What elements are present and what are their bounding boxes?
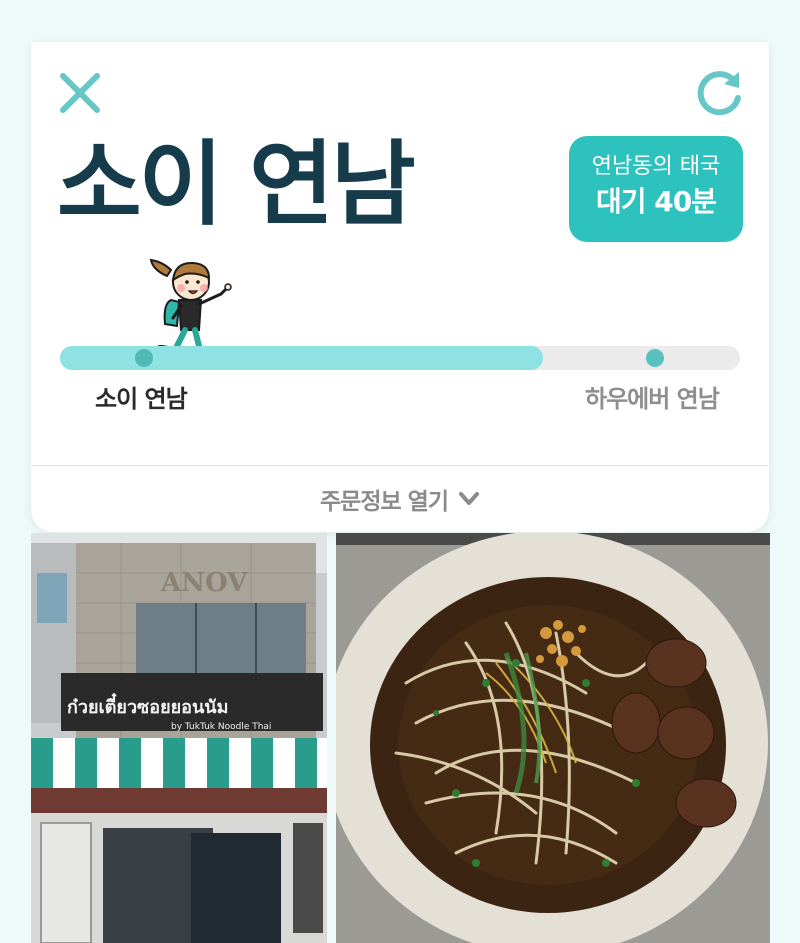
noodle-photo	[336, 533, 770, 943]
progress-fill	[60, 346, 543, 370]
refresh-icon	[697, 71, 741, 116]
end-location-label: 하우에버 연남	[585, 385, 720, 413]
chevron-down-icon	[458, 492, 479, 505]
badge-wait-time: 대기 40분	[596, 185, 717, 218]
start-location-label: 소이 연남	[95, 385, 188, 413]
order-info-toggle[interactable]: 주문정보 열기	[31, 466, 769, 532]
anov-logo: ANOV	[160, 568, 248, 598]
progress-track	[60, 346, 740, 370]
refresh-button[interactable]	[695, 68, 745, 118]
restaurant-card: 소이 연남 연남동의 태국 대기 40분 소이 연남 하우에버 연남 주문정보 …	[31, 42, 769, 532]
shop-sign-sub: by TukTuk Noodle Thai	[171, 722, 271, 732]
close-icon	[60, 73, 100, 113]
wait-time-badge: 연남동의 태국 대기 40분	[569, 136, 743, 242]
close-button[interactable]	[57, 70, 103, 116]
start-marker	[135, 349, 153, 367]
page-title: 소이 연남	[57, 131, 416, 238]
badge-category: 연남동의 태국	[591, 154, 721, 179]
storefront-photo: ANOV ก๋วยเตี๋ยวซอยยอนนัม by TukTuk Noodl…	[31, 533, 327, 943]
order-info-label: 주문정보 열기	[320, 489, 449, 515]
shop-sign: ก๋วยเตี๋ยวซอยยอนนัม	[67, 693, 228, 718]
end-marker	[646, 349, 664, 367]
